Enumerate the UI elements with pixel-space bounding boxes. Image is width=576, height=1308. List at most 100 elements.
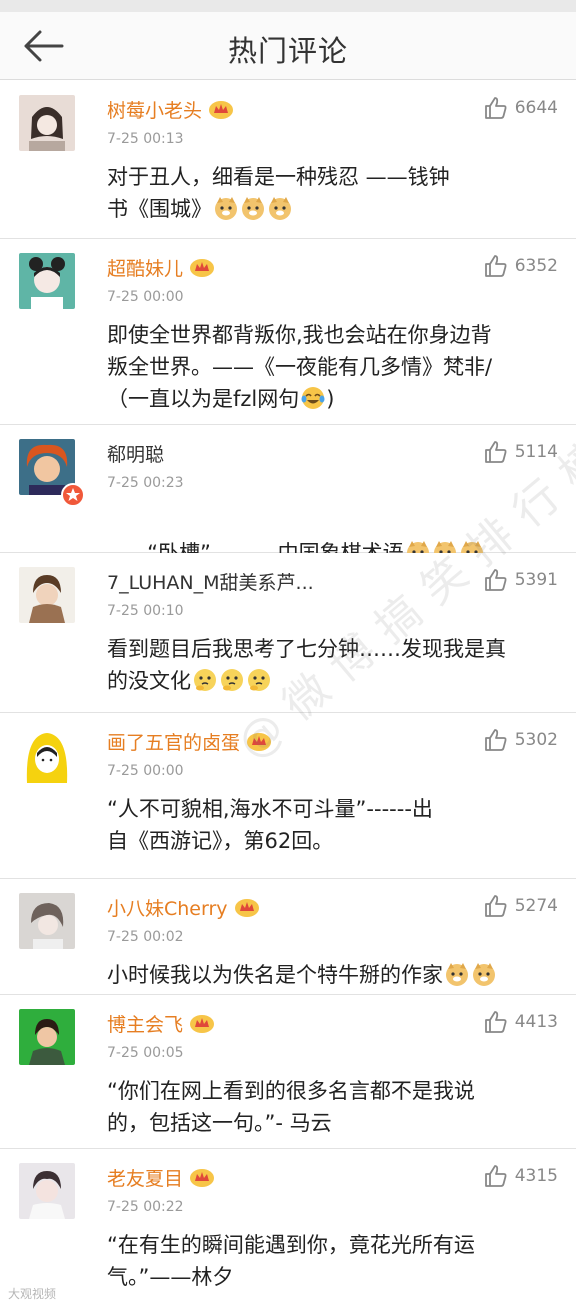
thinking-emoji-icon [219, 667, 245, 693]
username[interactable]: 郗明聪 [107, 440, 164, 467]
comment-text: “人不可貌相,海水不可斗量”------出 自《西游记》，第62回。 [107, 793, 552, 857]
username-row: 老友夏目 [107, 1163, 215, 1191]
vip-crown-icon [208, 98, 234, 120]
username-row: 画了五官的卤蛋 [107, 727, 272, 755]
vip-crown-icon [246, 730, 272, 752]
comment-text-line: 看到题目后我思考了七分钟……发现我是真 [107, 637, 506, 661]
status-bar [0, 0, 576, 12]
comment-item: 画了五官的卤蛋 7-25 00:00 5302 “人不可貌相,海水不可斗量”--… [0, 713, 576, 879]
thumbs-up-icon [484, 1011, 507, 1033]
username-row: 树莓小老头 [107, 95, 234, 123]
verified-star-badge-icon [61, 483, 85, 507]
comment-item: 7_LUHAN_M甜美系芦... 7-25 00:10 5391 看到题目后我思… [0, 553, 576, 713]
comment-text-line: 小时候我以为佚名是个特牛掰的作家 [107, 963, 443, 987]
like-count: 6644 [514, 98, 558, 118]
username[interactable]: 小八妹Cherry [107, 894, 228, 921]
like-button[interactable]: 5274 [483, 893, 558, 919]
timestamp: 7-25 00:02 [107, 929, 184, 945]
timestamp: 7-25 00:05 [107, 1045, 184, 1061]
thumbs-up-icon [484, 895, 507, 917]
vip-crown-icon [189, 1012, 215, 1034]
comment-item: 小八妹Cherry 7-25 00:02 5274 小时候我以为佚名是个特牛掰的… [0, 879, 576, 995]
vip-crown-icon [189, 256, 215, 278]
thumbs-up-icon [484, 255, 507, 277]
comment-list: 树莓小老头 7-25 00:13 6644 对于丑人，细看是一种残忍 ——钱钟 … [0, 81, 576, 1308]
username-row: 博主会飞 [107, 1009, 215, 1037]
doge-emoji-icon [213, 195, 239, 221]
like-count: 4315 [514, 1166, 558, 1186]
avatar[interactable] [19, 253, 75, 309]
comment-text-line: 书《围城》 [107, 197, 212, 221]
thumbs-up-icon [484, 729, 507, 751]
timestamp: 7-25 00:23 [107, 475, 184, 491]
comment-text: 对于丑人，细看是一种残忍 ——钱钟 书《围城》 [107, 161, 552, 225]
comment-text-line: （一直以为是fzl网句 [107, 387, 300, 411]
thumbs-up-icon [484, 569, 507, 591]
comment-text: “在有生的瞬间能遇到你，竟花光所有运 气。”——林夕 [107, 1229, 552, 1293]
top-nav-bar: 热门评论 [0, 12, 576, 80]
like-count: 6352 [514, 256, 558, 276]
like-count: 5114 [514, 442, 558, 462]
comment-text: 小时候我以为佚名是个特牛掰的作家 [107, 959, 552, 991]
username-row: 7_LUHAN_M甜美系芦... [107, 567, 314, 595]
like-button[interactable]: 6352 [483, 253, 558, 279]
timestamp: 7-25 00:22 [107, 1199, 184, 1215]
corner-watermark: 大观视频 [8, 1287, 57, 1301]
comment-text-line: 对于丑人，细看是一种残忍 ——钱钟 [107, 165, 450, 189]
like-button[interactable]: 6644 [483, 95, 558, 121]
comment-item: 老友夏目 7-25 00:22 4315 “在有生的瞬间能遇到你，竟花光所有运 … [0, 1149, 576, 1308]
username[interactable]: 树莓小老头 [107, 96, 202, 123]
timestamp: 7-25 00:13 [107, 131, 184, 147]
thumbs-up-icon [484, 1165, 507, 1187]
username[interactable]: 画了五官的卤蛋 [107, 728, 240, 755]
like-button[interactable]: 5114 [483, 439, 558, 465]
comment-text: “你们在网上看到的很多名言都不是我说 的，包括这一句。”- 马云 [107, 1075, 552, 1139]
page-title: 热门评论 [227, 34, 348, 68]
thinking-emoji-icon [246, 667, 272, 693]
like-button[interactable]: 4315 [483, 1163, 558, 1189]
comment-item: 博主会飞 7-25 00:05 4413 “你们在网上看到的很多名言都不是我说 … [0, 995, 576, 1149]
avatar[interactable] [19, 1009, 75, 1065]
timestamp: 7-25 00:00 [107, 289, 184, 305]
like-count: 5302 [514, 730, 558, 750]
like-count: 5391 [514, 570, 558, 590]
laugh-cry-emoji-icon [300, 385, 326, 411]
doge-emoji-icon [240, 195, 266, 221]
username[interactable]: 老友夏目 [107, 1164, 183, 1191]
username-row: 郗明聪 [107, 439, 164, 467]
avatar[interactable] [19, 1163, 75, 1219]
vip-crown-icon [189, 1166, 215, 1188]
comment-text-line: 自《西游记》，第62回。 [107, 829, 334, 853]
like-count: 4413 [514, 1012, 558, 1032]
comment-text-line: 的，包括这一句。”- 马云 [107, 1111, 332, 1135]
avatar[interactable] [19, 727, 75, 783]
like-button[interactable]: 4413 [483, 1009, 558, 1035]
comment-text-line: “你们在网上看到的很多名言都不是我说 [107, 1079, 475, 1103]
comment-item: 超酷妹儿 7-25 00:00 6352 即使全世界都背叛你,我也会站在你身边背… [0, 239, 576, 425]
comment-text-line: 即使全世界都背叛你,我也会站在你身边背 [107, 323, 492, 347]
username[interactable]: 7_LUHAN_M甜美系芦... [107, 568, 314, 595]
comment-text: 看到题目后我思考了七分钟……发现我是真 的没文化 [107, 633, 552, 697]
comment-text: 即使全世界都背叛你,我也会站在你身边背 叛全世界。——《一夜能有几多情》梵非/ … [107, 323, 493, 411]
vip-crown-icon [234, 896, 260, 918]
comment-text-line: “人不可貌相,海水不可斗量”------出 [107, 797, 433, 821]
thinking-emoji-icon [192, 667, 218, 693]
like-button[interactable]: 5302 [483, 727, 558, 753]
comment-text-line: “在有生的瞬间能遇到你，竟花光所有运 [107, 1233, 475, 1257]
username-row: 小八妹Cherry [107, 893, 260, 921]
username-row: 超酷妹儿 [107, 253, 215, 281]
doge-emoji-icon [471, 961, 497, 987]
doge-emoji-icon [444, 961, 470, 987]
username[interactable]: 博主会飞 [107, 1010, 183, 1037]
comment-text-line: 的没文化 [107, 669, 191, 693]
like-button[interactable]: 5391 [483, 567, 558, 593]
thumbs-up-icon [484, 97, 507, 119]
thumbs-up-icon [484, 441, 507, 463]
comment-item: 树莓小老头 7-25 00:13 6644 对于丑人，细看是一种残忍 ——钱钟 … [0, 81, 576, 239]
like-count: 5274 [514, 896, 558, 916]
avatar[interactable] [19, 893, 75, 949]
avatar[interactable] [19, 567, 75, 623]
avatar[interactable] [19, 95, 75, 151]
timestamp: 7-25 00:10 [107, 603, 184, 619]
username[interactable]: 超酷妹儿 [107, 254, 183, 281]
